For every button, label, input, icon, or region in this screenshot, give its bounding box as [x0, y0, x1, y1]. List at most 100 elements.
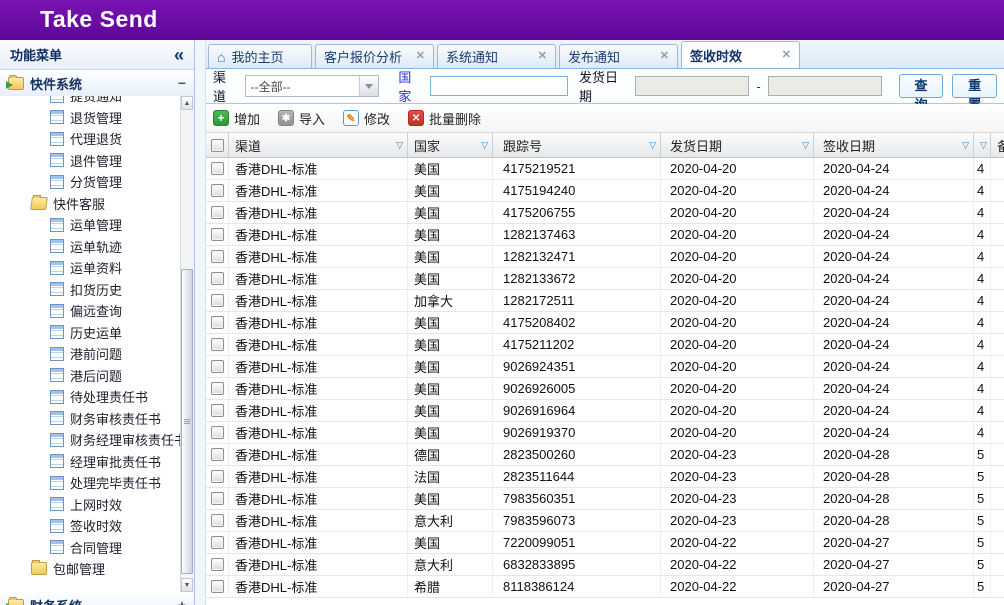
- row-checkbox[interactable]: [211, 294, 224, 307]
- row-checkbox[interactable]: [211, 536, 224, 549]
- row-checkbox[interactable]: [211, 470, 224, 483]
- table-row[interactable]: 香港DHL-标准 美国 9026916964 2020-04-20 2020-0…: [206, 400, 1004, 422]
- table-row[interactable]: 香港DHL-标准 法国 2823511644 2020-04-23 2020-0…: [206, 466, 1004, 488]
- column-header-note[interactable]: 备注: [991, 133, 1004, 157]
- column-header-sign-date[interactable]: 签收日期 ▽: [814, 133, 974, 157]
- table-row[interactable]: 香港DHL-标准 美国 1282137463 2020-04-20 2020-0…: [206, 224, 1004, 246]
- tree-item[interactable]: 合同管理: [0, 537, 194, 559]
- row-checkbox[interactable]: [211, 426, 224, 439]
- batch-delete-button[interactable]: ✕ 批量删除: [408, 109, 481, 128]
- tree-item[interactable]: 代理退货: [0, 128, 194, 150]
- tree-item[interactable]: 偏远查询: [0, 300, 194, 322]
- row-checkbox[interactable]: [211, 558, 224, 571]
- table-row[interactable]: 香港DHL-标准 美国 1282132471 2020-04-20 2020-0…: [206, 246, 1004, 268]
- tab-publish-notice[interactable]: 发布通知 ✕: [559, 44, 678, 68]
- tree-item[interactable]: 运单资料: [0, 257, 194, 279]
- close-icon[interactable]: ✕: [660, 51, 669, 62]
- country-input[interactable]: [430, 76, 568, 96]
- table-row[interactable]: 香港DHL-标准 意大利 7983596073 2020-04-23 2020-…: [206, 510, 1004, 532]
- column-header-channel[interactable]: 渠道 ▽: [229, 133, 408, 157]
- row-checkbox[interactable]: [211, 250, 224, 263]
- channel-select[interactable]: --全部--: [245, 75, 380, 97]
- add-button[interactable]: + 增加: [213, 109, 260, 128]
- tab-customer-quote-analysis[interactable]: 客户报价分析 ✕: [315, 44, 434, 68]
- tree-item[interactable]: 提货通知: [0, 96, 194, 107]
- table-row[interactable]: 香港DHL-标准 意大利 6832833895 2020-04-22 2020-…: [206, 554, 1004, 576]
- edit-button[interactable]: ✎ 修改: [343, 109, 390, 128]
- expand-plus-icon[interactable]: +: [178, 598, 186, 605]
- tree-item[interactable]: 分货管理: [0, 171, 194, 193]
- column-header-country[interactable]: 国家 ▽: [408, 133, 493, 157]
- row-checkbox[interactable]: [211, 272, 224, 285]
- row-checkbox[interactable]: [211, 448, 224, 461]
- table-row[interactable]: 香港DHL-标准 美国 9026919370 2020-04-20 2020-0…: [206, 422, 1004, 444]
- tree-item[interactable]: 港前问题: [0, 343, 194, 365]
- collapse-minus-icon[interactable]: −: [178, 76, 186, 90]
- tree-item[interactable]: 财务审核责任书: [0, 408, 194, 430]
- search-button[interactable]: 查询: [899, 74, 944, 98]
- tree-item[interactable]: 扣货历史: [0, 279, 194, 301]
- scroll-up-icon[interactable]: ▲: [181, 96, 193, 110]
- table-row[interactable]: 香港DHL-标准 美国 9026926005 2020-04-20 2020-0…: [206, 378, 1004, 400]
- table-row[interactable]: 香港DHL-标准 美国 4175219521 2020-04-20 2020-0…: [206, 158, 1004, 180]
- tree-item[interactable]: 签收时效: [0, 515, 194, 537]
- table-row[interactable]: 香港DHL-标准 美国 1282133672 2020-04-20 2020-0…: [206, 268, 1004, 290]
- accordion-header-finance-system[interactable]: 财务系统 +: [0, 592, 194, 605]
- accordion-header-express-system[interactable]: 快件系统 −: [0, 70, 194, 97]
- close-icon[interactable]: ✕: [416, 51, 425, 62]
- sidebar-collapse-icon[interactable]: «: [174, 46, 184, 64]
- table-row[interactable]: 香港DHL-标准 美国 9026924351 2020-04-20 2020-0…: [206, 356, 1004, 378]
- row-checkbox[interactable]: [211, 206, 224, 219]
- select-all-checkbox[interactable]: [211, 139, 224, 152]
- column-header-tracking[interactable]: 跟踪号 ▽: [493, 133, 661, 157]
- tree-item[interactable]: 包邮管理: [0, 558, 194, 580]
- panel-splitter[interactable]: [195, 40, 206, 605]
- table-row[interactable]: 香港DHL-标准 美国 4175211202 2020-04-20 2020-0…: [206, 334, 1004, 356]
- column-header-days[interactable]: ▽: [974, 133, 991, 157]
- table-row[interactable]: 香港DHL-标准 加拿大 1282172511 2020-04-20 2020-…: [206, 290, 1004, 312]
- ship-date-to-input[interactable]: [768, 76, 882, 96]
- tree-item[interactable]: 运单管理: [0, 214, 194, 236]
- row-checkbox[interactable]: [211, 184, 224, 197]
- table-row[interactable]: 香港DHL-标准 美国 7220099051 2020-04-22 2020-0…: [206, 532, 1004, 554]
- tree-item[interactable]: 待处理责任书: [0, 386, 194, 408]
- tab-sign-receipt-aging[interactable]: 签收时效 ✕: [681, 41, 800, 68]
- tab-system-notice[interactable]: 系统通知 ✕: [437, 44, 556, 68]
- tree-item[interactable]: 历史运单: [0, 322, 194, 344]
- sidebar-scrollbar[interactable]: ▲ ▼: [180, 96, 194, 592]
- tree-item[interactable]: 运单轨迹: [0, 236, 194, 258]
- row-checkbox[interactable]: [211, 360, 224, 373]
- tree-item[interactable]: 财务经理审核责任书: [0, 429, 194, 451]
- table-row[interactable]: 香港DHL-标准 美国 4175208402 2020-04-20 2020-0…: [206, 312, 1004, 334]
- scrollbar-thumb[interactable]: [181, 269, 193, 574]
- table-row[interactable]: 香港DHL-标准 美国 4175206755 2020-04-20 2020-0…: [206, 202, 1004, 224]
- tree-item[interactable]: 上网时效: [0, 494, 194, 516]
- column-header-ship-date[interactable]: 发货日期 ▽: [661, 133, 814, 157]
- scroll-down-icon[interactable]: ▼: [181, 578, 193, 592]
- tree-item[interactable]: 退货管理: [0, 107, 194, 129]
- row-checkbox[interactable]: [211, 382, 224, 395]
- tree-item[interactable]: 退件管理: [0, 150, 194, 172]
- ship-date-from-input[interactable]: [635, 76, 749, 96]
- table-row[interactable]: 香港DHL-标准 美国 7983560351 2020-04-23 2020-0…: [206, 488, 1004, 510]
- table-row[interactable]: 香港DHL-标准 希腊 8118386124 2020-04-22 2020-0…: [206, 576, 1004, 598]
- close-icon[interactable]: ✕: [782, 50, 791, 61]
- close-icon[interactable]: ✕: [538, 51, 547, 62]
- tree-item[interactable]: 快件客服: [0, 193, 194, 215]
- row-checkbox[interactable]: [211, 338, 224, 351]
- row-checkbox[interactable]: [211, 228, 224, 241]
- tab-my-homepage[interactable]: ⌂ 我的主页: [208, 44, 312, 68]
- tree-item[interactable]: 处理完毕责任书: [0, 472, 194, 494]
- tree-item[interactable]: 经理审批责任书: [0, 451, 194, 473]
- tree-item[interactable]: 港后问题: [0, 365, 194, 387]
- row-checkbox[interactable]: [211, 514, 224, 527]
- table-row[interactable]: 香港DHL-标准 德国 2823500260 2020-04-23 2020-0…: [206, 444, 1004, 466]
- row-checkbox[interactable]: [211, 162, 224, 175]
- row-checkbox[interactable]: [211, 492, 224, 505]
- chevron-down-icon[interactable]: [359, 76, 378, 96]
- import-button[interactable]: ✱ 导入: [278, 109, 325, 128]
- reset-button[interactable]: 重置: [952, 74, 997, 98]
- row-checkbox[interactable]: [211, 404, 224, 417]
- table-row[interactable]: 香港DHL-标准 美国 4175194240 2020-04-20 2020-0…: [206, 180, 1004, 202]
- row-checkbox[interactable]: [211, 580, 224, 593]
